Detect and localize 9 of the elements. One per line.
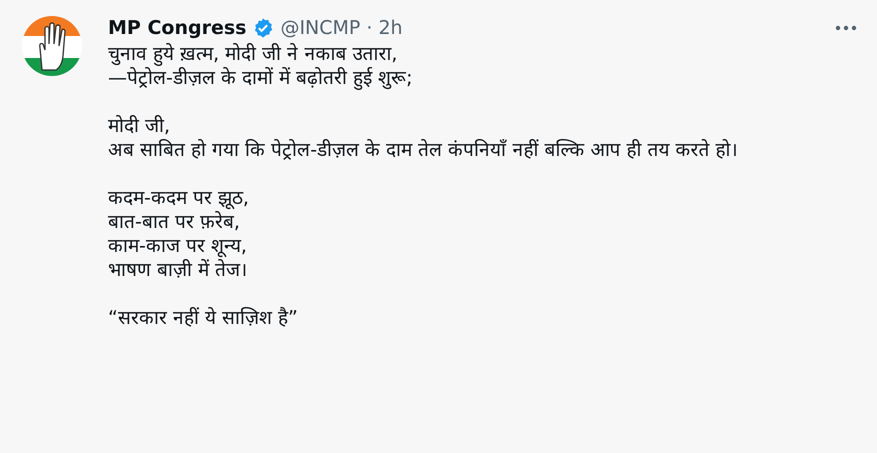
tweet-paragraph: कदम-कदम पर झूठ, बात-बात पर फ़रेब, काम-काज पर शून्य, भाषण बाज़ी में तेज। bbox=[108, 186, 250, 282]
timestamp[interactable]: 2h bbox=[378, 14, 403, 42]
display-name[interactable]: MP Congress bbox=[108, 14, 246, 42]
tweet-paragraph: “सरकार नहीं ये साज़िश है” bbox=[108, 306, 299, 330]
separator: · bbox=[366, 16, 372, 41]
handle[interactable]: @INCMP bbox=[280, 14, 360, 42]
tweet-paragraph: चुनाव हुये ख़त्म, मोदी जी ने नकाब उतारा, —पेट्रोल-डीज़ल के दामों में बढ़ोतरी हुई शुरू; bbox=[108, 42, 414, 90]
tweet-paragraph: मोदी जी, अब साबित हो गया कि पेट्रोल-डीज़ल के दाम तेल कंपनियाँ नहीं बल्कि आप ही तय करते हो। bbox=[108, 114, 738, 162]
more-icon[interactable] bbox=[835, 25, 857, 31]
